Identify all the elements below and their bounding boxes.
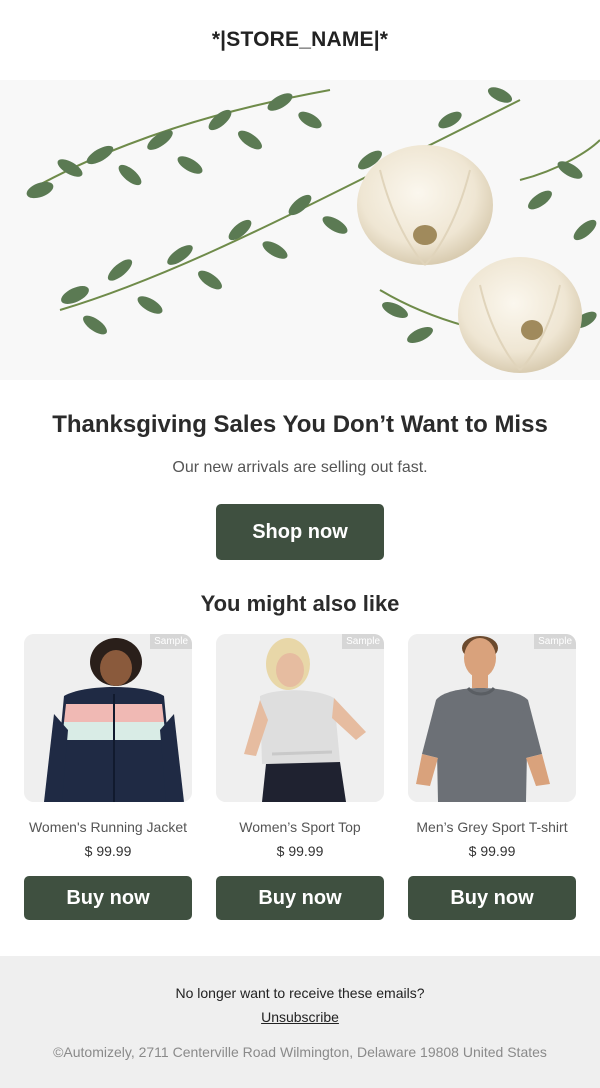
product-card: Sample Women's Running Jacket $ 99.99 Bu… xyxy=(24,634,192,920)
product-name: Women's Running Jacket xyxy=(28,819,188,835)
recommendations-title: You might also like xyxy=(200,591,400,616)
product-card: Sample Women’s Sport Top $ 99.99 Buy now xyxy=(216,634,384,920)
product-name: Women’s Sport Top xyxy=(239,819,361,835)
product-grid: Sample Women's Running Jacket $ 99.99 Bu… xyxy=(0,634,600,920)
email-footer: No longer want to receive these emails? … xyxy=(0,956,600,1088)
shop-now-button[interactable]: Shop now xyxy=(216,504,384,560)
store-name: *|STORE_NAME|* xyxy=(211,28,389,51)
product-name: Men’s Grey Sport T-shirt xyxy=(416,819,568,835)
unsubscribe-note: No longer want to receive these emails? xyxy=(175,985,425,1001)
company-address: ©Automizely, 2711 Centerville Road Wilmi… xyxy=(53,1044,547,1060)
product-price: $ 99.99 xyxy=(468,843,516,859)
tshirt-illustration xyxy=(408,634,576,802)
hero-illustration xyxy=(0,80,600,380)
sport-top-illustration xyxy=(216,634,384,802)
jacket-illustration xyxy=(24,634,192,802)
promo-headline: Thanksgiving Sales You Don’t Want to Mis… xyxy=(52,411,548,438)
promo-subtext: Our new arrivals are selling out fast. xyxy=(172,459,428,476)
product-image-running-jacket[interactable]: Sample xyxy=(24,634,192,802)
promo-section: Thanksgiving Sales You Don’t Want to Mis… xyxy=(0,380,600,618)
product-image-grey-tshirt[interactable]: Sample xyxy=(408,634,576,802)
sample-tag: Sample xyxy=(150,634,192,649)
product-price: $ 99.99 xyxy=(84,843,132,859)
buy-now-button[interactable]: Buy now xyxy=(24,876,192,920)
buy-now-button[interactable]: Buy now xyxy=(408,876,576,920)
product-image-sport-top[interactable]: Sample xyxy=(216,634,384,802)
buy-now-button[interactable]: Buy now xyxy=(216,876,384,920)
unsubscribe-link[interactable]: Unsubscribe xyxy=(261,1008,339,1026)
email-page: *|STORE_NAME|* Thanksgiving Sales You Do… xyxy=(0,0,600,1088)
product-price: $ 99.99 xyxy=(276,843,324,859)
sample-tag: Sample xyxy=(342,634,384,649)
product-card: Sample Men’s Grey Sport T-shirt $ 99.99 … xyxy=(408,634,576,920)
hero-image xyxy=(0,80,600,380)
store-header: *|STORE_NAME|* xyxy=(0,0,600,80)
sample-tag: Sample xyxy=(534,634,576,649)
